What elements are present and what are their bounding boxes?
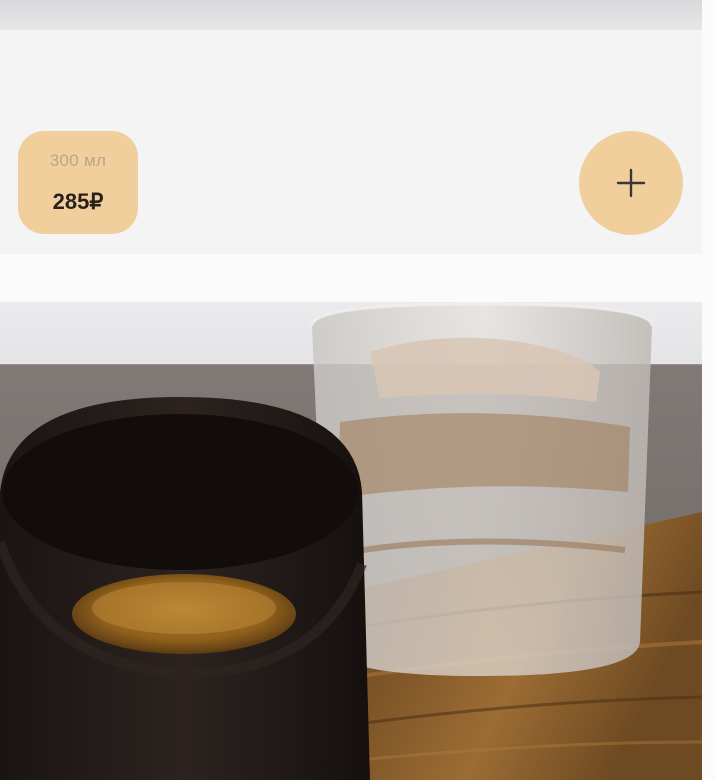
add-to-cart-button[interactable] — [579, 131, 683, 235]
size-price: 285₽ — [52, 189, 104, 214]
product-image[interactable] — [0, 302, 702, 780]
size-volume: 300 мл — [49, 151, 107, 170]
product-card-footer: 300 мл 285₽ — [0, 30, 702, 254]
product-list: 300 мл 285₽ — [0, 0, 716, 780]
size-option-chip[interactable]: 300 мл 285₽ — [18, 131, 138, 234]
previous-product-image — [0, 0, 702, 30]
espresso-photo — [0, 302, 702, 780]
plus-icon — [616, 168, 646, 198]
